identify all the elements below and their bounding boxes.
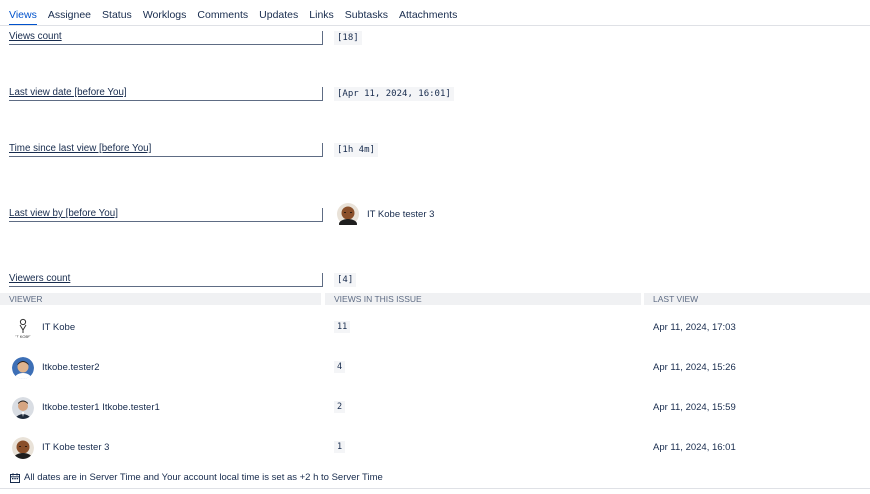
- timezone-note-text: All dates are in Server Time and Your ac…: [24, 472, 383, 483]
- tab-assignee[interactable]: Assignee: [48, 6, 91, 26]
- last-view: Apr 11, 2024, 16:01: [653, 442, 736, 453]
- tab-comments[interactable]: Comments: [197, 6, 248, 26]
- tab-links[interactable]: Links: [309, 6, 334, 26]
- views-count: 2: [334, 401, 346, 413]
- col-views: VIEWS IN THIS ISSUE: [325, 293, 641, 305]
- views-count-value: [18]: [334, 31, 362, 45]
- last-view-by-label: Last view by [before You]: [9, 208, 323, 222]
- viewers-count-label: Viewers count: [9, 273, 323, 287]
- last-view: Apr 11, 2024, 15:26: [653, 362, 736, 373]
- person-suit-icon: [12, 397, 34, 419]
- tab-status[interactable]: Status: [102, 6, 132, 26]
- tab-worklogs[interactable]: Worklogs: [143, 6, 187, 26]
- last-view-date-label: Last view date [before You]: [9, 87, 323, 101]
- table-row: Itkobe.tester2 4 Apr 11, 2024, 15:26: [0, 351, 870, 383]
- last-view: Apr 11, 2024, 15:59: [653, 402, 736, 413]
- viewer-name[interactable]: Itkobe.tester2: [42, 362, 100, 373]
- person-blue-icon: [12, 357, 34, 379]
- views-count: 11: [334, 321, 351, 333]
- time-since-label: Time since last view [before You]: [9, 143, 323, 157]
- col-viewer: VIEWER: [0, 293, 321, 305]
- calendar-icon: [10, 472, 20, 483]
- last-view-by-name: IT Kobe tester 3: [367, 208, 435, 220]
- timezone-note: All dates are in Server Time and Your ac…: [10, 472, 383, 483]
- itkobe-logo-icon: IT KOBE: [12, 317, 34, 339]
- last-view-date-value: [Apr 11, 2024, 16:01]: [334, 87, 454, 101]
- viewers-table-header: VIEWER VIEWS IN THIS ISSUE LAST VIEW: [0, 293, 870, 305]
- table-row: IT Kobe tester 3 1 Apr 11, 2024, 16:01: [0, 431, 870, 463]
- svg-text:IT KOBE: IT KOBE: [15, 334, 31, 339]
- viewers-count-value: [4]: [334, 273, 357, 287]
- tabs-divider: [0, 25, 870, 26]
- footer-divider: [0, 488, 870, 489]
- viewer-name[interactable]: IT Kobe: [42, 322, 75, 333]
- tab-updates[interactable]: Updates: [259, 6, 298, 26]
- table-row: Itkobe.tester1 Itkobe.tester1 2 Apr 11, …: [0, 391, 870, 423]
- person-brown-icon: [12, 437, 34, 459]
- last-view: Apr 11, 2024, 17:03: [653, 322, 736, 333]
- tab-attachments[interactable]: Attachments: [399, 6, 457, 26]
- tab-subtasks[interactable]: Subtasks: [345, 6, 388, 26]
- table-row: IT KOBE IT Kobe 11 Apr 11, 2024, 17:03: [0, 311, 870, 343]
- last-view-by-user[interactable]: IT Kobe tester 3: [337, 203, 434, 225]
- col-last-view: LAST VIEW: [644, 293, 870, 305]
- views-count: 4: [334, 361, 346, 373]
- tab-bar: Views Assignee Status Worklogs Comments …: [9, 6, 468, 26]
- views-count: 1: [334, 441, 346, 453]
- viewer-name[interactable]: Itkobe.tester1 Itkobe.tester1: [42, 402, 160, 413]
- time-since-value: [1h 4m]: [334, 143, 378, 157]
- views-count-label: Views count: [9, 31, 323, 45]
- user-avatar-icon: [337, 203, 359, 225]
- viewer-name[interactable]: IT Kobe tester 3: [42, 442, 109, 453]
- tab-views[interactable]: Views: [9, 6, 37, 26]
